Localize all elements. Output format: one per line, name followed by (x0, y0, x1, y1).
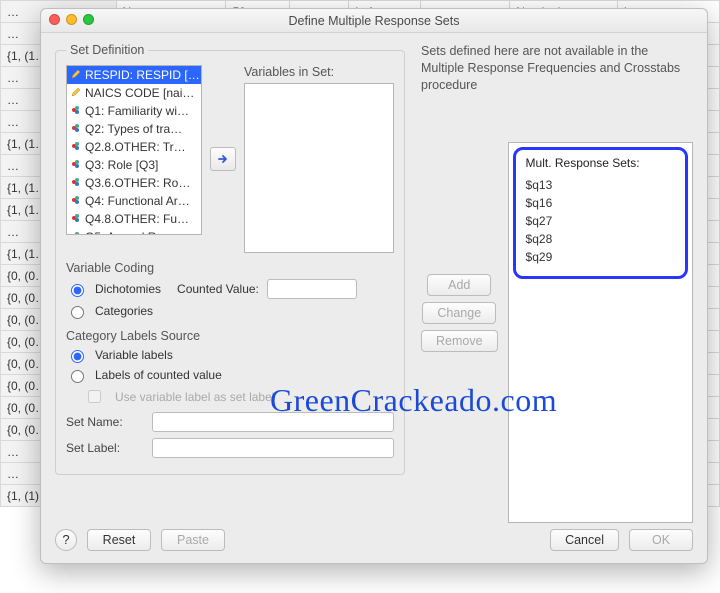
zoom-icon[interactable] (83, 14, 94, 25)
category-labels-source-section: Category Labels Source Variable labels L… (66, 329, 394, 406)
move-right-button[interactable] (210, 147, 236, 171)
dialog-title: Define Multiple Response Sets (289, 14, 460, 28)
ok-button[interactable]: OK (629, 529, 693, 551)
set-name-input[interactable] (152, 412, 394, 432)
nominal-var-icon (71, 140, 81, 154)
set-definition-legend: Set Definition (66, 43, 148, 57)
string-var-icon (71, 68, 81, 82)
availability-note: Sets defined here are not available in t… (421, 43, 693, 94)
categories-radio[interactable] (71, 306, 84, 319)
cls-use-var-checkbox (88, 390, 101, 403)
string-var-icon (71, 86, 81, 100)
variable-item[interactable]: NAICS CODE [nai… (67, 84, 201, 102)
mr-sets-highlight: Mult. Response Sets: $q13$q16$q27$q28$q2… (513, 147, 688, 279)
variable-item-label: Q2.8.OTHER: Tr… (85, 140, 186, 154)
nominal-var-icon (71, 158, 81, 172)
cls-use-var-label: Use variable label as set label (115, 390, 274, 404)
dichotomies-label: Dichotomies (95, 282, 161, 296)
variable-item-label: Q4: Functional Ar… (85, 194, 190, 208)
minimize-icon[interactable] (66, 14, 77, 25)
variable-item[interactable]: Q3: Role [Q3] (67, 156, 201, 174)
variable-item[interactable]: Q5: Annual Reve… (67, 228, 201, 235)
set-definition-group: Set Definition RESPID: RESPID [… NAICS CO… (55, 43, 405, 475)
variable-item-label: Q1: Familiarity wi… (85, 104, 189, 118)
variable-item[interactable]: Q1: Familiarity wi… (67, 102, 201, 120)
mr-sets-label: Mult. Response Sets: (526, 156, 675, 170)
vars-in-set-label: Variables in Set: (244, 65, 394, 79)
variable-item-label: Q4.8.OTHER: Fu… (85, 212, 189, 226)
variable-coding-legend: Variable Coding (66, 261, 394, 275)
variables-in-set-list[interactable] (244, 83, 394, 253)
variable-item[interactable]: Q2.8.OTHER: Tr… (67, 138, 201, 156)
counted-value-input[interactable] (267, 279, 357, 299)
help-button[interactable]: ? (55, 529, 77, 551)
add-button[interactable]: Add (427, 274, 491, 296)
cls-variable-labels-radio[interactable] (71, 350, 84, 363)
arrow-right-icon (217, 153, 229, 165)
variables-source-list[interactable]: RESPID: RESPID [… NAICS CODE [nai… Q1: Fam… (66, 65, 202, 235)
dichotomies-radio[interactable] (71, 284, 84, 297)
nominal-var-icon (71, 104, 81, 118)
variable-item-label: NAICS CODE [nai… (85, 86, 194, 100)
cls-counted-radio[interactable] (71, 370, 84, 383)
nominal-var-icon (71, 212, 81, 226)
dialog-titlebar: Define Multiple Response Sets (41, 9, 707, 33)
define-mr-sets-dialog: Define Multiple Response Sets Set Defini… (40, 8, 708, 564)
set-label-input[interactable] (152, 438, 394, 458)
variable-item-label: Q5: Annual Reve… (85, 230, 188, 235)
cls-counted-label: Labels of counted value (95, 368, 222, 382)
nominal-var-icon (71, 122, 81, 136)
mr-set-item[interactable]: $q28 (526, 230, 675, 248)
cancel-button[interactable]: Cancel (550, 529, 619, 551)
nominal-var-icon (71, 230, 81, 235)
variable-item[interactable]: Q4.8.OTHER: Fu… (67, 210, 201, 228)
cls-variable-labels-label: Variable labels (95, 348, 173, 362)
variable-item[interactable]: Q2: Types of tra… (67, 120, 201, 138)
change-button[interactable]: Change (422, 302, 496, 324)
reset-button[interactable]: Reset (87, 529, 151, 551)
variable-item-label: Q2: Types of tra… (85, 122, 182, 136)
mr-sets-list[interactable]: Mult. Response Sets: $q13$q16$q27$q28$q2… (508, 142, 693, 523)
mr-set-item[interactable]: $q29 (526, 248, 675, 266)
variable-item[interactable]: Q3.6.OTHER: Ro… (67, 174, 201, 192)
categories-label: Categories (95, 304, 153, 318)
variable-item-label: RESPID: RESPID [… (85, 68, 200, 82)
variable-item[interactable]: RESPID: RESPID [… (67, 66, 201, 84)
nominal-var-icon (71, 176, 81, 190)
variable-item-label: Q3.6.OTHER: Ro… (85, 176, 190, 190)
paste-button[interactable]: Paste (161, 529, 225, 551)
nominal-var-icon (71, 194, 81, 208)
mr-set-item[interactable]: $q16 (526, 194, 675, 212)
variable-coding-section: Variable Coding Dichotomies Counted Valu… (66, 261, 394, 319)
counted-value-label: Counted Value: (177, 282, 259, 296)
close-icon[interactable] (49, 14, 60, 25)
mr-set-item[interactable]: $q13 (526, 176, 675, 194)
variable-item[interactable]: Q4: Functional Ar… (67, 192, 201, 210)
mr-set-item[interactable]: $q27 (526, 212, 675, 230)
set-label-label: Set Label: (66, 441, 144, 455)
remove-button[interactable]: Remove (421, 330, 498, 352)
cls-legend: Category Labels Source (66, 329, 394, 343)
variable-item-label: Q3: Role [Q3] (85, 158, 158, 172)
set-name-label: Set Name: (66, 415, 144, 429)
